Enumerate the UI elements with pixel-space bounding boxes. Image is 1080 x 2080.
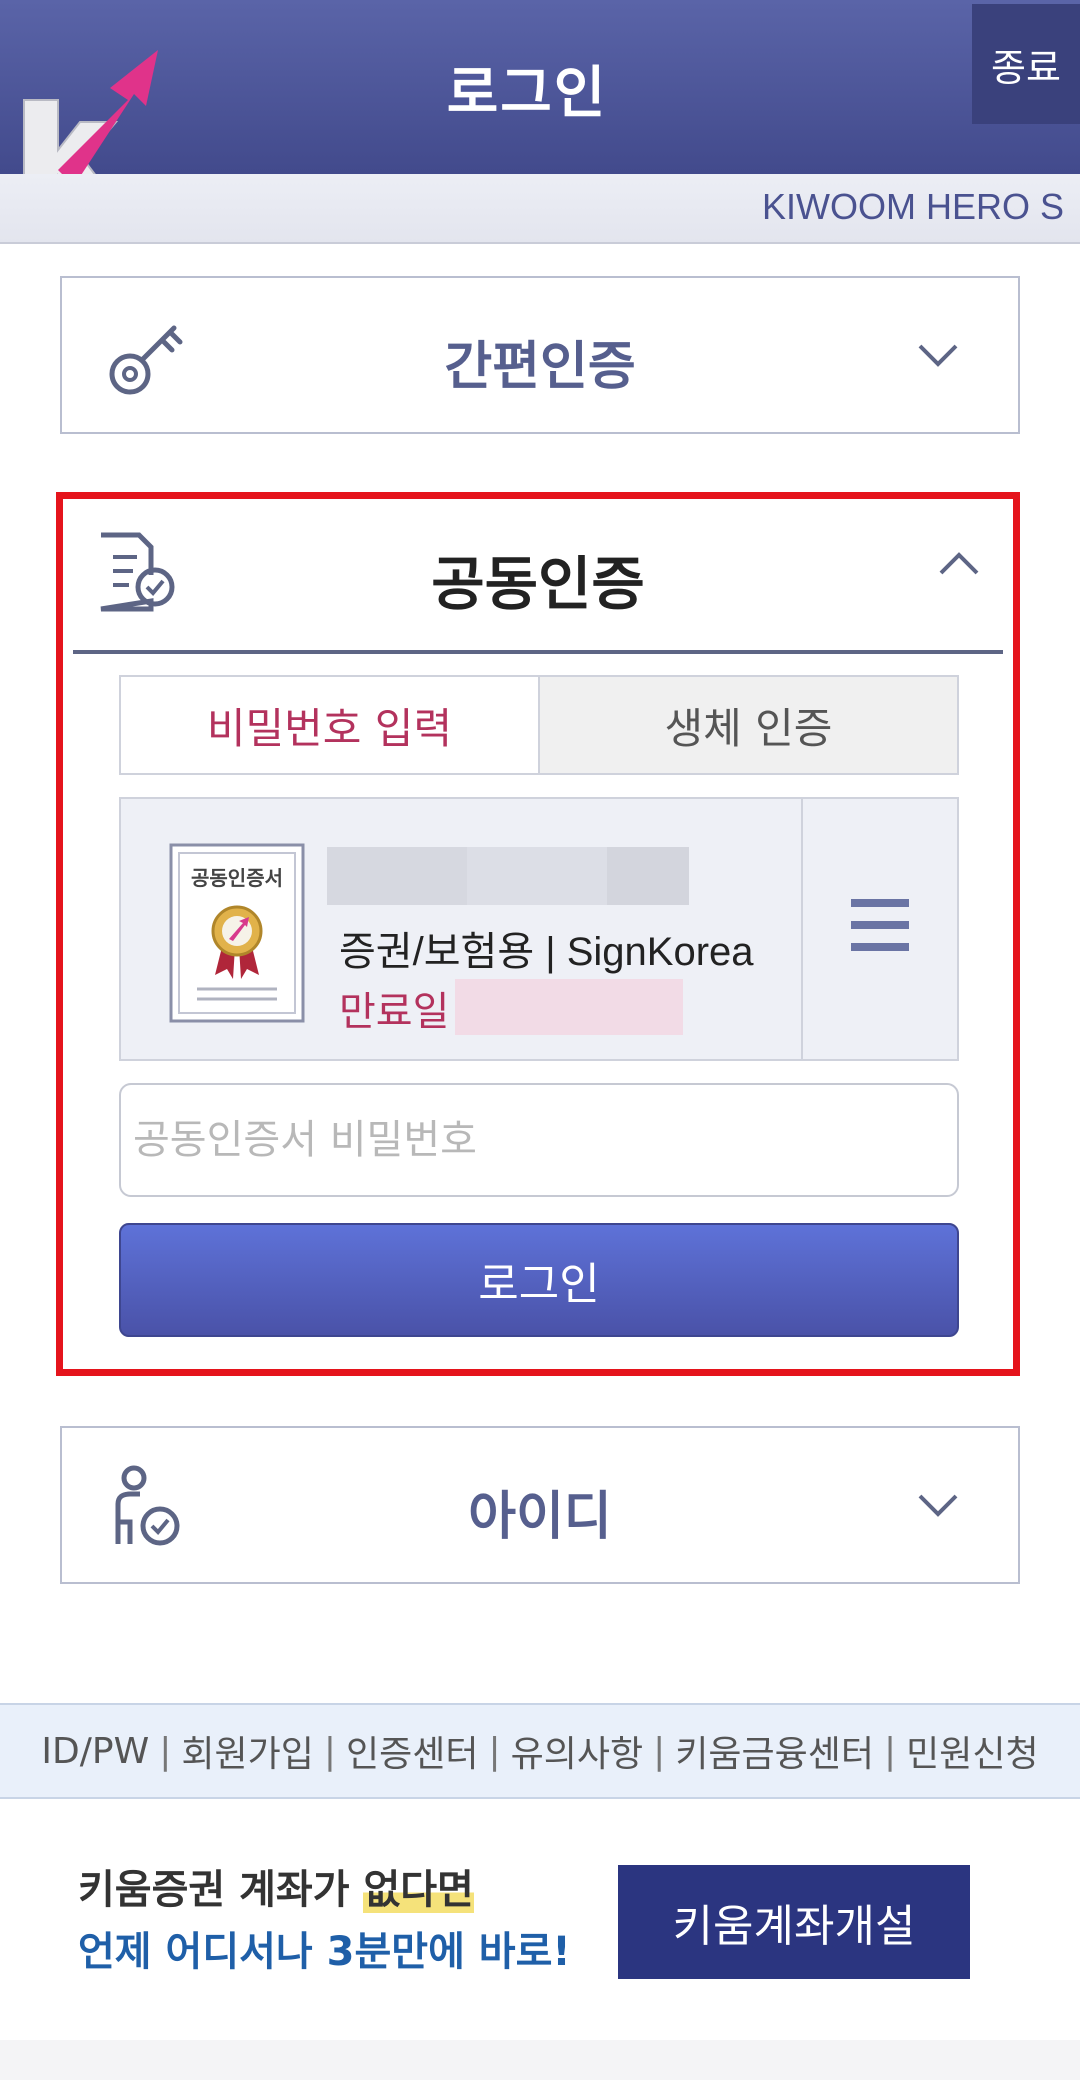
tab-password-input[interactable]: 비밀번호 입력	[121, 677, 538, 773]
exit-button[interactable]: 종료	[972, 4, 1080, 124]
id-login-title: 아이디	[468, 1487, 612, 1547]
tab-biometric[interactable]: 생체 인증	[538, 677, 957, 773]
certificate-type: 증권/보험용 | SignKorea	[339, 930, 754, 974]
login-button[interactable]: 로그인	[119, 1223, 959, 1337]
link-cert-center[interactable]: 인증센터	[346, 1725, 478, 1777]
certificate-password-input[interactable]	[119, 1083, 959, 1197]
link-complaints[interactable]: 민원신청	[906, 1725, 1038, 1777]
certificate-expiry-masked	[455, 979, 683, 1035]
open-account-button[interactable]: 키움계좌개설	[618, 1865, 970, 1979]
link-id-pw[interactable]: ID/PW	[41, 1731, 149, 1772]
certificate-menu-button[interactable]	[801, 799, 957, 1059]
footer-links: ID/PW | 회원가입 | 인증센터 | 유의사항 | 키움금융센터 | 민원신청	[0, 1703, 1080, 1799]
promo-line1: 키움증권 계좌가 없다면	[78, 1867, 474, 1913]
brand-text: KIWOOM HERO S	[761, 186, 1064, 227]
certificate-owner-masked	[327, 847, 689, 905]
account-promo-banner: 키움증권 계좌가 없다면 언제 어디서나 3분만에 바로! 키움계좌개설	[0, 1799, 1080, 2039]
link-signup[interactable]: 회원가입	[181, 1725, 313, 1777]
bottom-strip	[0, 2040, 1080, 2080]
auth-method-tabs: 비밀번호 입력 생체 인증	[119, 675, 959, 775]
link-finance-center[interactable]: 키움금융센터	[675, 1725, 874, 1777]
joint-cert-title: 공동인증	[431, 550, 645, 618]
hamburger-menu-icon	[851, 899, 909, 965]
simple-auth-section[interactable]: 간편인증	[60, 276, 1020, 434]
chevron-down-icon	[918, 344, 958, 367]
certificate-badge-text: 공동인증서	[191, 866, 283, 890]
joint-cert-section: 공동인증 비밀번호 입력 생체 인증 공동인증서 증권/보험용 | SignKo…	[56, 492, 1020, 1376]
simple-auth-title: 간편인증	[444, 337, 636, 397]
certificate-badge-icon: 공동인증서	[169, 843, 305, 1023]
section-divider	[73, 650, 1003, 654]
chevron-up-icon[interactable]	[935, 539, 983, 587]
brand-bar: KIWOOM HERO S	[0, 174, 1080, 244]
certificate-expiry-label: 만료일	[339, 989, 450, 1035]
chevron-down-icon	[918, 1494, 958, 1517]
certificate-card[interactable]: 공동인증서 증권/보험용 | SignKorea 만료일	[119, 797, 959, 1061]
id-login-section[interactable]: 아이디	[60, 1426, 1020, 1584]
link-notices[interactable]: 유의사항	[511, 1725, 643, 1777]
promo-line2: 언제 어디서나 3분만에 바로!	[78, 1929, 571, 1975]
joint-cert-header[interactable]: 공동인증	[63, 499, 1013, 653]
